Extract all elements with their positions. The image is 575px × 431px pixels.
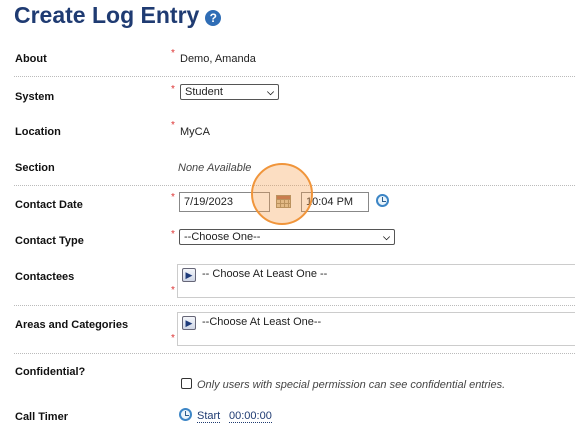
click-highlight [251,163,313,225]
divider [14,76,575,77]
contact-type-label: Contact Type [15,235,84,247]
section-value: None Available [178,162,252,174]
timer-elapsed: 00:00:00 [229,410,272,423]
required-marker: * [171,229,175,240]
contactees-label: Contactees [15,271,75,283]
arrow-right-icon[interactable]: ▶ [182,268,196,282]
about-value: Demo, Amanda [180,53,256,65]
contact-type-select[interactable]: --Choose One-- ⌵ [179,229,395,245]
system-selected: Student [185,86,223,98]
divider [14,305,575,306]
chevron-down-icon: ⌵ [267,86,274,97]
system-label: System [15,91,55,103]
required-marker: * [171,48,175,59]
system-select[interactable]: Student ⌵ [180,84,279,100]
section-label: Section [15,162,55,174]
contact-type-selected: --Choose One-- [184,231,261,243]
divider [14,353,575,354]
clock-icon[interactable] [376,194,389,207]
location-value: MyCA [180,126,210,138]
confidential-checkbox-text: Only users with special permission can s… [197,379,506,391]
page-title-text: Create Log Entry [14,2,200,28]
help-icon[interactable]: ? [205,9,222,26]
location-label: Location [15,126,61,138]
about-label: About [15,53,47,65]
call-timer-label: Call Timer [15,411,68,423]
areas-label: Areas and Categories [15,319,129,331]
arrow-right-icon[interactable]: ▶ [182,316,196,330]
contactees-placeholder: -- Choose At Least One -- [202,268,328,280]
required-marker: * [171,333,175,344]
confidential-checkbox[interactable] [181,378,192,389]
confidential-label: Confidential? [15,366,86,378]
clock-icon [179,408,192,421]
required-marker: * [171,285,175,296]
areas-placeholder: --Choose At Least One-- [202,316,322,328]
timer-start-link[interactable]: Start [197,410,221,423]
chevron-down-icon: ⌵ [383,231,390,242]
page-title: Create Log Entry ? [14,2,222,29]
required-marker: * [171,84,175,95]
contact-date-label: Contact Date [15,199,83,211]
required-marker: * [171,192,175,203]
required-marker: * [171,120,175,131]
